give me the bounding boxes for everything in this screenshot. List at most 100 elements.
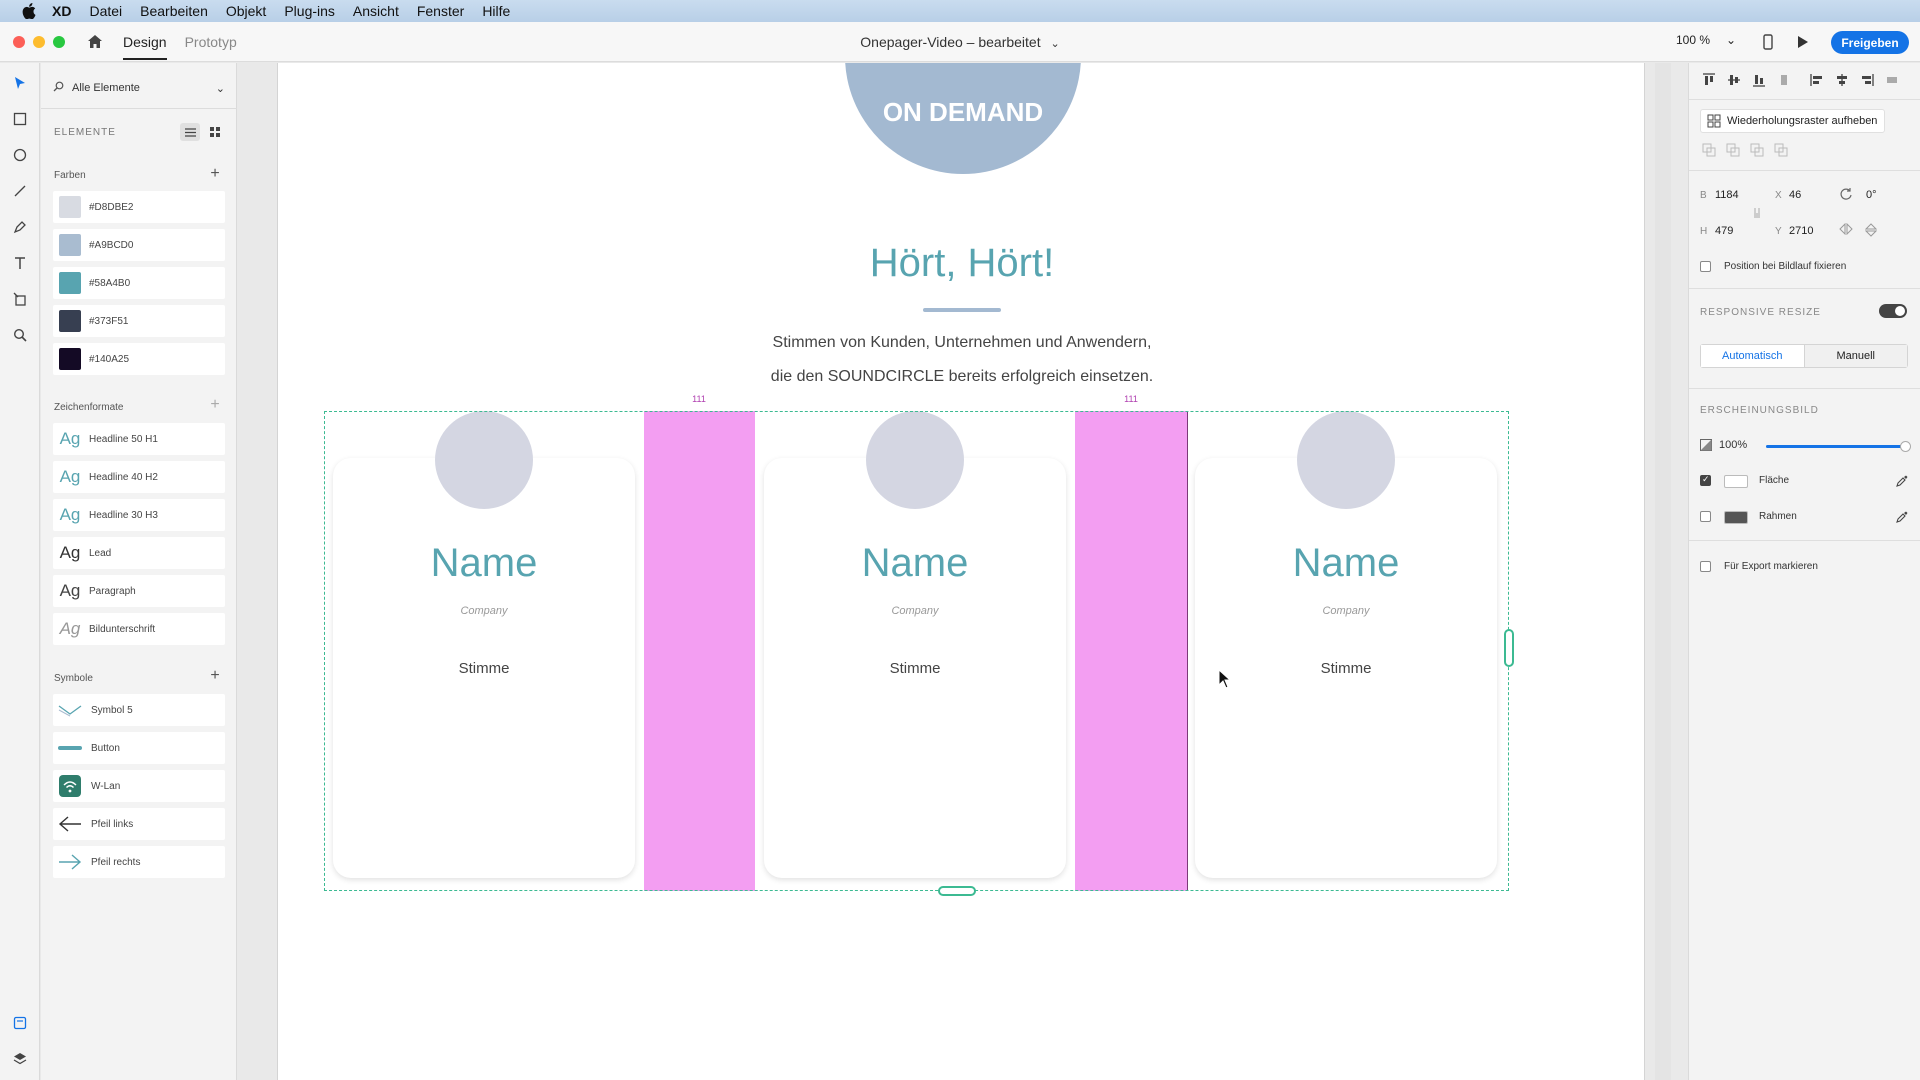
boolean-intersect-icon[interactable] bbox=[1749, 142, 1765, 158]
menu-hilfe[interactable]: Hilfe bbox=[482, 3, 510, 19]
repeat-grid-horizontal-handle[interactable] bbox=[1504, 629, 1514, 667]
pen-tool-icon[interactable] bbox=[10, 217, 30, 237]
on-demand-badge[interactable]: ON DEMAND bbox=[845, 63, 1081, 174]
lock-aspect-icon[interactable] bbox=[1753, 208, 1761, 223]
assets-filter[interactable]: Alle Elemente ⌄ bbox=[53, 77, 225, 99]
zoom-control[interactable]: 100 % ⌄ bbox=[1676, 33, 1736, 47]
align-right-icon[interactable] bbox=[1858, 71, 1876, 89]
boolean-add-icon[interactable] bbox=[1701, 142, 1717, 158]
headline-divider[interactable] bbox=[923, 308, 1001, 312]
line-tool-icon[interactable] bbox=[10, 181, 30, 201]
tab-prototype[interactable]: Prototyp bbox=[185, 24, 237, 60]
minimize-window-button[interactable] bbox=[33, 35, 45, 48]
canvas[interactable]: ON DEMAND Hört, Hört! Stimmen von Kunden… bbox=[237, 63, 1688, 1080]
symbol-item[interactable]: Pfeil rechts bbox=[53, 846, 225, 878]
eyedropper-icon[interactable] bbox=[1894, 473, 1910, 489]
chevron-down-icon[interactable]: ⌄ bbox=[1726, 33, 1736, 47]
rectangle-tool-icon[interactable] bbox=[10, 109, 30, 129]
eyedropper-icon[interactable] bbox=[1894, 509, 1910, 525]
distribute-horizontal-icon[interactable] bbox=[1883, 71, 1901, 89]
char-style-item[interactable]: Ag Paragraph bbox=[53, 575, 225, 607]
rotation-input[interactable]: 0° bbox=[1866, 189, 1877, 201]
fix-position-checkbox[interactable] bbox=[1700, 261, 1711, 272]
add-color-icon[interactable]: + bbox=[208, 165, 222, 182]
border-color-chip[interactable] bbox=[1724, 511, 1748, 524]
responsive-resize-toggle[interactable] bbox=[1879, 304, 1907, 318]
device-preview-icon[interactable] bbox=[1758, 32, 1778, 52]
opacity-slider[interactable] bbox=[1766, 441, 1911, 452]
apple-icon[interactable] bbox=[20, 2, 38, 20]
x-input[interactable]: 46 bbox=[1789, 189, 1801, 201]
list-view-icon[interactable] bbox=[180, 123, 200, 141]
zoom-window-button[interactable] bbox=[53, 35, 65, 48]
align-center-icon[interactable] bbox=[1833, 71, 1851, 89]
color-swatch-item[interactable]: #58A4B0 bbox=[53, 267, 225, 299]
opacity-slider-knob[interactable] bbox=[1900, 441, 1911, 452]
menu-plugins[interactable]: Plug-ins bbox=[284, 3, 335, 19]
export-checkbox[interactable] bbox=[1700, 561, 1711, 572]
menu-objekt[interactable]: Objekt bbox=[226, 3, 266, 19]
home-icon[interactable] bbox=[85, 32, 105, 52]
flip-vertical-icon[interactable] bbox=[1864, 223, 1878, 240]
char-style-item[interactable]: Ag Lead bbox=[53, 537, 225, 569]
tab-design[interactable]: Design bbox=[123, 24, 167, 60]
height-input[interactable]: 479 bbox=[1715, 225, 1733, 237]
lead-line-1[interactable]: Stimmen von Kunden, Unternehmen und Anwe… bbox=[278, 334, 1646, 352]
color-swatch-item[interactable]: #140A25 bbox=[53, 343, 225, 375]
text-tool-icon[interactable] bbox=[10, 253, 30, 273]
char-style-item[interactable]: Ag Headline 30 H3 bbox=[53, 499, 225, 531]
canvas-scrollbar[interactable] bbox=[1655, 63, 1671, 1080]
symbol-item[interactable]: W-Lan bbox=[53, 770, 225, 802]
lead-line-2[interactable]: die den SOUNDCIRCLE bereits erfolgreich … bbox=[278, 368, 1646, 386]
resize-mode-manual[interactable]: Manuell bbox=[1804, 345, 1907, 367]
boolean-subtract-icon[interactable] bbox=[1725, 142, 1741, 158]
add-char-style-icon[interactable]: + bbox=[208, 396, 222, 413]
ungroup-repeat-grid-button[interactable]: Wiederholungsraster aufheben bbox=[1700, 109, 1885, 133]
artboard[interactable]: ON DEMAND Hört, Hört! Stimmen von Kunden… bbox=[277, 63, 1645, 1080]
char-style-item[interactable]: Ag Headline 50 H1 bbox=[53, 423, 225, 455]
align-middle-icon[interactable] bbox=[1725, 71, 1743, 89]
distribute-vertical-icon[interactable] bbox=[1775, 71, 1793, 89]
fill-color-chip[interactable] bbox=[1724, 475, 1748, 488]
assets-panel-icon[interactable] bbox=[10, 1013, 30, 1033]
char-style-item[interactable]: Ag Bildunterschrift bbox=[53, 613, 225, 645]
fill-checkbox[interactable] bbox=[1700, 474, 1711, 486]
symbol-item[interactable]: Button bbox=[53, 732, 225, 764]
menu-app-name[interactable]: XD bbox=[52, 3, 71, 19]
menu-datei[interactable]: Datei bbox=[89, 3, 122, 19]
repeat-grid-vertical-handle[interactable] bbox=[938, 886, 976, 896]
color-swatch-item[interactable]: #373F51 bbox=[53, 305, 225, 337]
chevron-down-icon[interactable]: ⌄ bbox=[216, 82, 225, 95]
section-headline[interactable]: Hört, Hört! bbox=[278, 241, 1646, 286]
width-input[interactable]: 1184 bbox=[1715, 189, 1739, 201]
add-symbol-icon[interactable]: + bbox=[208, 667, 222, 684]
border-checkbox[interactable] bbox=[1700, 511, 1711, 522]
resize-mode-auto[interactable]: Automatisch bbox=[1701, 345, 1805, 367]
flip-horizontal-icon[interactable] bbox=[1839, 222, 1853, 238]
char-style-item[interactable]: Ag Headline 40 H2 bbox=[53, 461, 225, 493]
align-left-icon[interactable] bbox=[1808, 71, 1826, 89]
menu-fenster[interactable]: Fenster bbox=[417, 3, 464, 19]
color-swatch-item[interactable]: #D8DBE2 bbox=[53, 191, 225, 223]
zoom-tool-icon[interactable] bbox=[10, 325, 30, 345]
color-swatch-item[interactable]: #A9BCD0 bbox=[53, 229, 225, 261]
layers-icon[interactable] bbox=[10, 1049, 30, 1069]
zoom-value[interactable]: 100 % bbox=[1676, 33, 1710, 47]
symbol-item[interactable]: Pfeil links bbox=[53, 808, 225, 840]
select-tool-icon[interactable] bbox=[10, 73, 30, 93]
align-bottom-icon[interactable] bbox=[1750, 71, 1768, 89]
opacity-value[interactable]: 100% bbox=[1719, 439, 1747, 451]
boolean-exclude-icon[interactable] bbox=[1773, 142, 1789, 158]
artboard-tool-icon[interactable] bbox=[10, 289, 30, 309]
close-window-button[interactable] bbox=[13, 35, 25, 48]
symbol-item[interactable]: Symbol 5 bbox=[53, 694, 225, 726]
menu-ansicht[interactable]: Ansicht bbox=[353, 3, 399, 19]
chevron-down-icon[interactable]: ⌄ bbox=[1051, 37, 1060, 50]
menu-bearbeiten[interactable]: Bearbeiten bbox=[140, 3, 208, 19]
grid-view-icon[interactable] bbox=[205, 123, 225, 141]
ellipse-tool-icon[interactable] bbox=[10, 145, 30, 165]
y-input[interactable]: 2710 bbox=[1789, 225, 1813, 237]
share-button[interactable]: Freigeben bbox=[1831, 31, 1909, 54]
align-top-icon[interactable] bbox=[1700, 71, 1718, 89]
play-icon[interactable] bbox=[1793, 32, 1813, 52]
